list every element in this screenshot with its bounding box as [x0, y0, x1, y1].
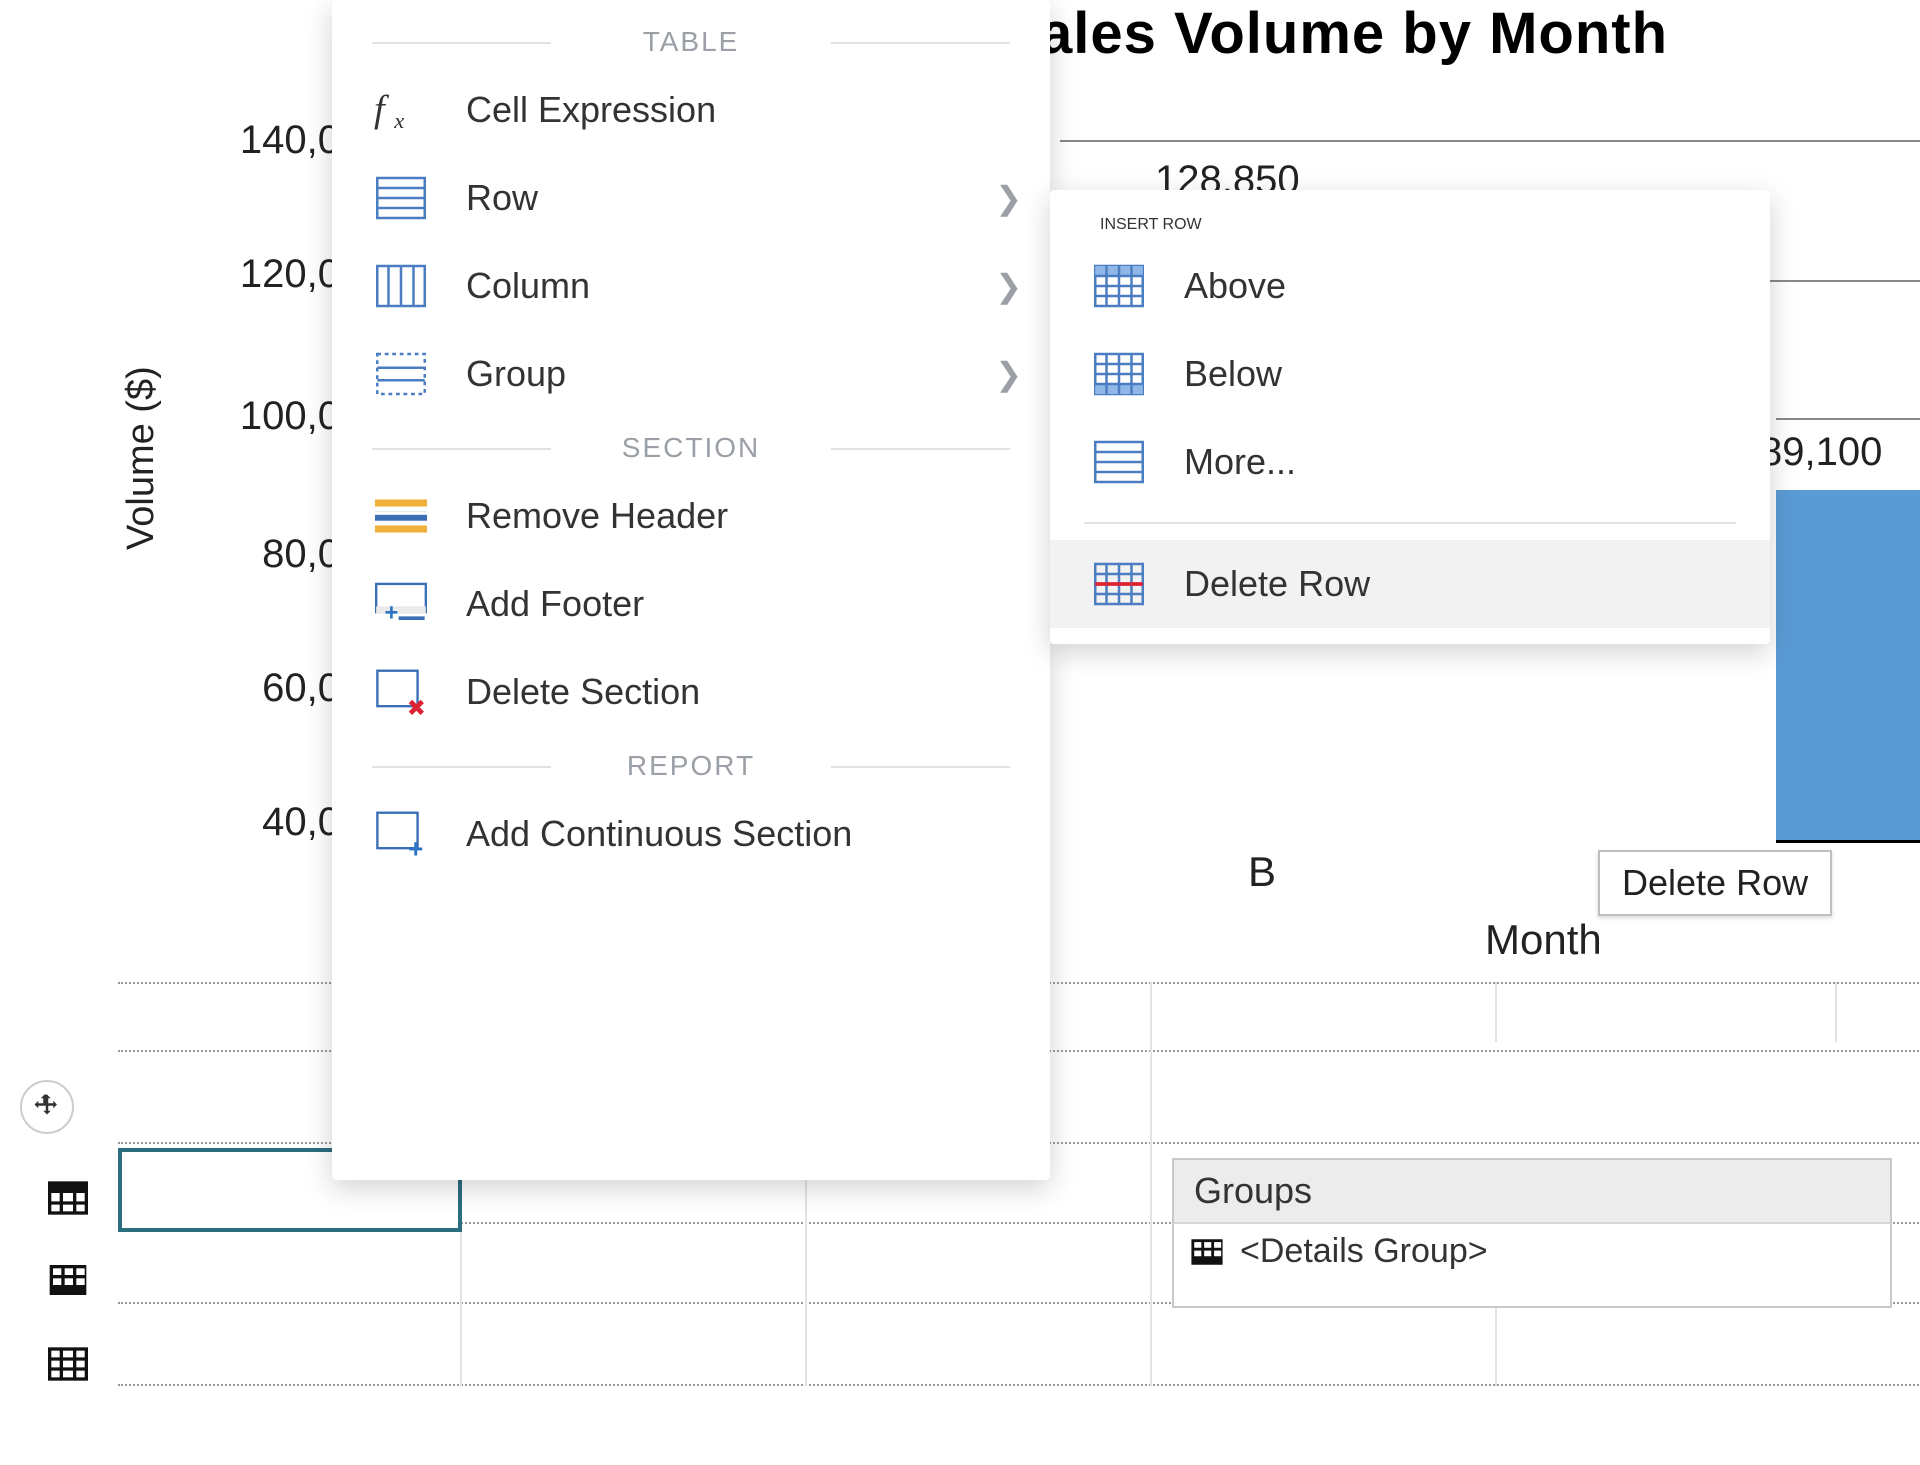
- group-icon: [372, 348, 430, 400]
- chart-gridline: [1776, 418, 1920, 420]
- submenu-item-label: More...: [1184, 441, 1296, 483]
- y-tick-100: 100,0: [180, 394, 340, 439]
- delete-section-icon: [372, 666, 430, 718]
- table-body-icon[interactable]: [46, 1258, 90, 1302]
- designer-grid-row[interactable]: [118, 1304, 1920, 1386]
- delete-row-icon: [1090, 558, 1148, 610]
- chart-data-label-b: 89,100: [1760, 430, 1882, 475]
- chart-gridline: [1060, 140, 1920, 142]
- submenu-header-insert-row: INSERT ROW: [1100, 216, 1720, 234]
- column-icon: [372, 260, 430, 312]
- table-header-icon[interactable]: [46, 1176, 90, 1220]
- chart-x-axis: [1776, 840, 1920, 843]
- chart-bar-b: [1776, 490, 1920, 840]
- chevron-right-icon: ❯: [995, 267, 1022, 305]
- menu-item-label: Cell Expression: [466, 89, 716, 131]
- more-rows-icon: [1090, 436, 1148, 488]
- submenu-item-below[interactable]: Below: [1050, 330, 1770, 418]
- svg-text:+: +: [384, 601, 398, 626]
- menu-item-group[interactable]: Group ❯: [332, 330, 1050, 418]
- designer-grid-divider: [460, 1222, 462, 1386]
- row-submenu[interactable]: INSERT ROW Above Below More... Delete R: [1050, 190, 1770, 644]
- menu-item-label: Group: [466, 353, 566, 395]
- menu-item-remove-header[interactable]: Remove Header: [332, 472, 1050, 560]
- submenu-item-more[interactable]: More...: [1050, 418, 1770, 506]
- y-tick-140: 140,0: [180, 118, 340, 163]
- details-group-label: <Details Group>: [1240, 1232, 1488, 1271]
- groups-panel-item[interactable]: <Details Group>: [1174, 1224, 1890, 1279]
- context-menu[interactable]: TABLE fx Cell Expression Row ❯ Column ❯: [332, 0, 1050, 1180]
- submenu-item-label: Below: [1184, 353, 1282, 395]
- y-tick-40: 40,0: [180, 800, 340, 845]
- menu-item-delete-section[interactable]: Delete Section: [332, 648, 1050, 736]
- groups-panel[interactable]: Groups <Details Group>: [1172, 1158, 1892, 1308]
- designer-grid-divider: [1495, 1304, 1497, 1386]
- add-footer-icon: +: [372, 578, 430, 630]
- chevron-right-icon: ❯: [995, 355, 1022, 393]
- svg-text:+: +: [408, 834, 423, 858]
- menu-item-cell-expression[interactable]: fx Cell Expression: [332, 66, 1050, 154]
- menu-item-add-continuous-section[interactable]: + Add Continuous Section: [332, 790, 1050, 878]
- submenu-item-label: Delete Row: [1184, 563, 1370, 605]
- submenu-item-above[interactable]: Above: [1050, 242, 1770, 330]
- designer-grid-divider: [1835, 982, 1837, 1042]
- y-tick-80: 80,0: [180, 532, 340, 577]
- details-group-icon: [1190, 1235, 1224, 1269]
- x-tick-b: B: [1248, 848, 1276, 896]
- menu-section-report: REPORT: [372, 750, 1010, 782]
- submenu-item-label: Above: [1184, 265, 1286, 307]
- menu-section-section: SECTION: [372, 432, 1010, 464]
- x-axis-label: Month: [1485, 916, 1602, 964]
- groups-panel-header: Groups: [1174, 1160, 1890, 1224]
- svg-text:x: x: [393, 108, 404, 133]
- report-designer-canvas: ales Volume by Month Volume ($) 140,0 12…: [0, 0, 1920, 1465]
- tooltip-delete-row: Delete Row: [1598, 850, 1832, 916]
- menu-item-label: Delete Section: [466, 671, 700, 713]
- y-tick-120: 120,0: [180, 252, 340, 297]
- menu-item-label: Remove Header: [466, 495, 728, 537]
- y-tick-60: 60,0: [180, 666, 340, 711]
- menu-item-label: Column: [466, 265, 590, 307]
- row-icon: [372, 172, 430, 224]
- y-axis-label: Volume ($): [120, 366, 163, 550]
- menu-item-row[interactable]: Row ❯: [332, 154, 1050, 242]
- add-continuous-section-icon: +: [372, 808, 430, 860]
- menu-item-label: Row: [466, 177, 538, 219]
- designer-grid-divider: [1150, 982, 1152, 1386]
- chart-title: ales Volume by Month: [1040, 0, 1668, 67]
- table-grid-icon[interactable]: [46, 1342, 90, 1386]
- menu-item-label: Add Footer: [466, 583, 644, 625]
- move-icon: [25, 1085, 69, 1129]
- insert-row-below-icon: [1090, 348, 1148, 400]
- fx-icon: fx: [372, 84, 430, 136]
- menu-item-label: Add Continuous Section: [466, 813, 852, 855]
- menu-section-table: TABLE: [372, 26, 1010, 58]
- svg-text:f: f: [374, 88, 390, 130]
- menu-item-column[interactable]: Column ❯: [332, 242, 1050, 330]
- move-handle-button[interactable]: [20, 1080, 74, 1134]
- insert-row-above-icon: [1090, 260, 1148, 312]
- submenu-item-delete-row[interactable]: Delete Row: [1050, 540, 1770, 628]
- designer-grid-divider: [1495, 982, 1497, 1042]
- chevron-right-icon: ❯: [995, 179, 1022, 217]
- menu-item-add-footer[interactable]: + Add Footer: [332, 560, 1050, 648]
- submenu-separator: [1084, 522, 1736, 524]
- remove-header-icon: [372, 490, 430, 542]
